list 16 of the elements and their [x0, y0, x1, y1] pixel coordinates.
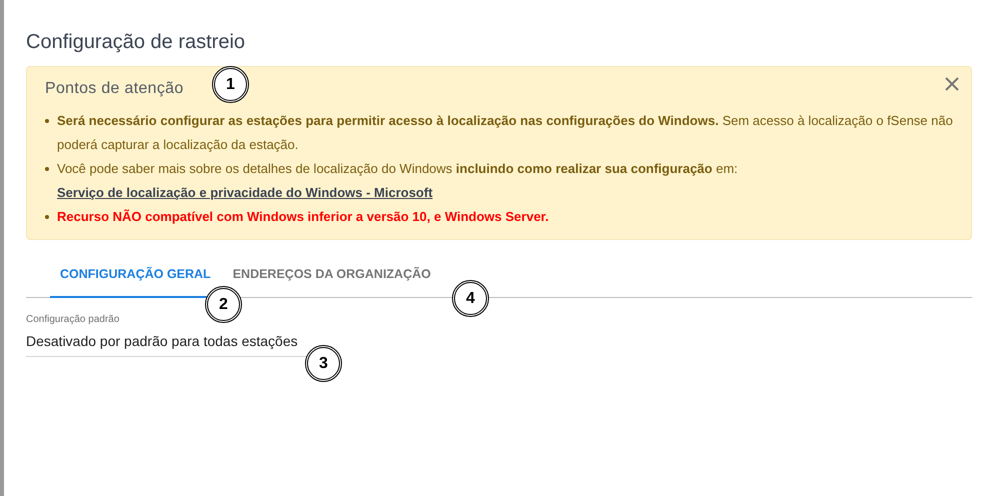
field-value: Desativado por padrão para todas estações: [26, 332, 299, 351]
callout-badge: 2: [205, 286, 242, 323]
bullet-icon: [45, 167, 49, 171]
callout-badge: 4: [452, 280, 489, 317]
microsoft-link[interactable]: Serviço de localização e privacidade do Windows - Microsoft: [57, 185, 433, 200]
bullet-icon: [45, 119, 49, 123]
alert-title: Pontos de atenção: [45, 79, 184, 99]
alert-text: Você pode saber mais sobre os detalhes de localização do Windows incluindo como realizar sua configuração em: Serviço de localização e privacidade do Windows - Microsoft: [57, 160, 739, 202]
alert-text: Recurso NÃO compatível com Windows inferior a versão 10, e Windows Server.: [57, 208, 549, 226]
bullet-icon: [45, 215, 49, 219]
close-icon: [944, 76, 960, 92]
callout-badge: 3: [305, 345, 342, 382]
dialog-title: Configuração de rastreio: [26, 30, 246, 54]
field-label: Configuração padrão: [26, 313, 120, 327]
close-button[interactable]: [943, 75, 961, 93]
alert-text: Será necessário configurar as estações para permitir acesso à localização nas configurações do Windows. Sem acesso à localização o fSense não poderá capturar a localização da estação.: [57, 112, 954, 154]
